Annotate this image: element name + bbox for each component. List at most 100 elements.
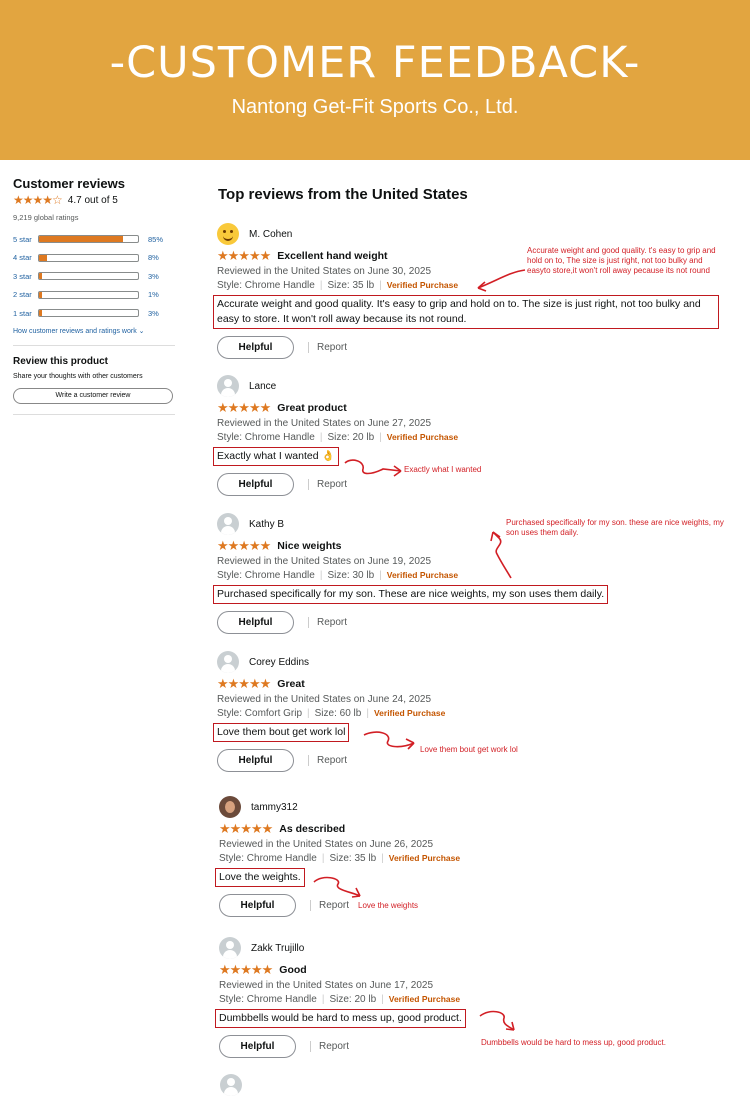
report-link[interactable]: Report — [308, 342, 347, 353]
reviewer-name[interactable]: Lance — [249, 381, 276, 392]
annotation-arrow-icon — [477, 269, 526, 292]
review-size: Size: 30 lb — [327, 570, 375, 581]
avatar-photo — [219, 796, 241, 818]
annotation-note: Exactly what I wanted — [404, 465, 482, 474]
review-style: Style: Chrome Handle — [219, 994, 317, 1005]
review-stars: ★★★★★ — [219, 821, 273, 836]
helpful-button[interactable]: Helpful — [217, 749, 294, 772]
avatar-placeholder-icon — [217, 375, 239, 397]
histogram-fill — [39, 254, 47, 261]
banner-title: -CUSTOMER FEEDBACK- — [109, 38, 641, 88]
verified-purchase-badge: Verified Purchase — [373, 708, 446, 718]
histogram-bar — [38, 309, 139, 318]
avatar-placeholder-icon — [217, 651, 239, 673]
divider — [13, 344, 175, 346]
average-rating-stars: ★★★★☆ — [13, 193, 63, 207]
helpful-button[interactable]: Helpful — [217, 473, 294, 496]
review-size: Size: 20 lb — [329, 994, 377, 1005]
histogram-label: 5 star — [13, 234, 32, 244]
review-title[interactable]: Excellent hand weight — [277, 250, 387, 262]
how-ratings-work-link[interactable]: How customer reviews and ratings work ⌄ — [13, 327, 175, 335]
report-link[interactable]: Report — [308, 617, 347, 628]
review-style: Style: Chrome Handle — [217, 432, 315, 443]
review-title[interactable]: Nice weights — [277, 540, 341, 552]
average-rating-text: 4.7 out of 5 — [67, 194, 118, 206]
review-body: Exactly what I wanted 👌 — [213, 447, 339, 466]
review-item: tammy312 ★★★★★ As described Reviewed in t… — [215, 796, 749, 917]
review-date: Reviewed in the United States on June 17… — [219, 980, 434, 991]
divider — [13, 413, 175, 415]
reviewer-name[interactable]: Corey Eddins — [249, 657, 309, 668]
histogram-bar — [38, 235, 139, 244]
reviews-section-title: Top reviews from the United States — [218, 186, 468, 203]
histogram-label: 3 star — [13, 271, 32, 281]
helpful-button[interactable]: Helpful — [217, 611, 294, 634]
review-product-title: Review this product — [13, 355, 109, 367]
how-ratings-work-label: How customer reviews and ratings work — [13, 327, 137, 335]
review-style: Style: Comfort Grip — [217, 708, 303, 719]
review-title[interactable]: Good — [279, 964, 306, 976]
annotation-note: Dumbbells would be hard to mess up, good… — [481, 1038, 666, 1047]
helpful-button[interactable]: Helpful — [219, 894, 296, 917]
report-link[interactable]: Report — [308, 755, 347, 766]
histogram-fill — [39, 310, 42, 317]
review-body: Purchased specifically for my son. These… — [213, 585, 609, 604]
review-title[interactable]: As described — [279, 823, 345, 835]
histogram-fill — [39, 291, 42, 298]
histogram-label: 1 star — [13, 308, 32, 318]
review-size: Size: 60 lb — [314, 708, 362, 719]
histogram-row-4[interactable]: 4 star 8% — [13, 249, 175, 268]
verified-purchase-badge: Verified Purchase — [386, 432, 459, 442]
review-style: Style: Chrome Handle — [217, 570, 315, 581]
histogram-label: 2 star — [13, 290, 32, 300]
review-size: Size: 20 lb — [327, 432, 375, 443]
histogram-fill — [39, 236, 124, 243]
annotation-note: Accurate weight and good quality. t's ea… — [527, 246, 716, 275]
review-style: Style: Chrome Handle — [219, 853, 317, 864]
histogram-percent: 3% — [148, 271, 159, 281]
annotation-note: Purchased specifically for my son. these… — [506, 518, 724, 537]
histogram-row-5[interactable]: 5 star 85% — [13, 230, 175, 249]
annotation-arrow-icon — [344, 459, 402, 477]
histogram-bar — [38, 253, 139, 262]
reviewer-name[interactable]: tammy312 — [251, 802, 298, 813]
reviewer-name[interactable]: Zakk Trujillo — [251, 943, 304, 954]
ratings-summary: Customer reviews ★★★★☆ 4.7 out of 5 9,21… — [13, 176, 175, 425]
review-title[interactable]: Great — [277, 678, 304, 690]
report-link[interactable]: Report — [308, 479, 347, 490]
reviewer-name[interactable]: Kathy B — [249, 519, 284, 530]
review-item: Lance ★★★★★ Great product Reviewed in the… — [213, 375, 747, 496]
histogram-row-2[interactable]: 2 star 1% — [13, 286, 175, 305]
helpful-button[interactable]: Helpful — [219, 1035, 296, 1058]
review-body: Accurate weight and good quality. It's e… — [213, 295, 719, 329]
avatar-smiley-icon — [217, 223, 239, 245]
review-title[interactable]: Great product — [277, 402, 346, 414]
avatar-placeholder-icon — [219, 937, 241, 959]
review-date: Reviewed in the United States on June 19… — [217, 556, 432, 567]
review-product-subtitle: Share your thoughts with other customers — [13, 372, 143, 380]
review-stars: ★★★★★ — [217, 248, 271, 263]
review-date: Reviewed in the United States on June 26… — [219, 839, 434, 850]
histogram-row-1[interactable]: 1 star 3% — [13, 304, 175, 323]
customer-reviews-title: Customer reviews — [13, 176, 125, 191]
review-date: Reviewed in the United States on June 24… — [217, 694, 432, 705]
banner-subtitle: Nantong Get-Fit Sports Co., Ltd. — [231, 96, 519, 118]
histogram-bar — [38, 272, 139, 281]
reviewer-name[interactable]: M. Cohen — [249, 229, 292, 240]
review-stars: ★★★★★ — [217, 400, 271, 415]
review-stars: ★★★★★ — [217, 676, 271, 691]
review-stars: ★★★★★ — [217, 538, 271, 553]
chevron-down-icon: ⌄ — [138, 327, 145, 335]
feedback-banner: -CUSTOMER FEEDBACK- Nantong Get-Fit Spor… — [0, 0, 750, 160]
annotation-arrow-icon — [490, 531, 512, 579]
histogram-bar — [38, 290, 139, 299]
report-link[interactable]: Report — [310, 1041, 349, 1052]
annotation-arrow-icon — [479, 1010, 515, 1031]
write-review-button[interactable]: Write a customer review — [13, 387, 173, 404]
histogram-row-3[interactable]: 3 star 3% — [13, 267, 175, 286]
review-body: Love the weights. — [215, 868, 305, 887]
helpful-button[interactable]: Helpful — [217, 336, 294, 359]
avatar-placeholder-icon — [217, 513, 239, 535]
annotation-note: Love them bout get work lol — [420, 745, 518, 754]
histogram-fill — [39, 273, 42, 280]
